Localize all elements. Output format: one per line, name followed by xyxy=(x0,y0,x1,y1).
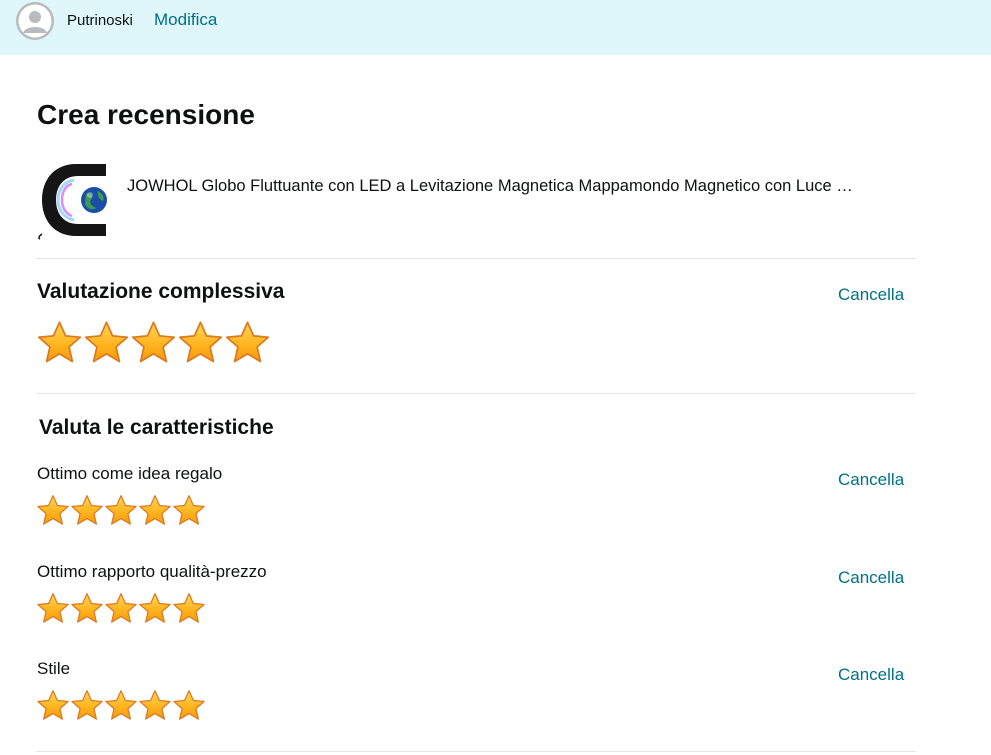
feature-star-rating-value[interactable] xyxy=(36,592,206,624)
feature-label-style: Stile xyxy=(37,659,71,678)
star-icon[interactable] xyxy=(224,320,271,364)
floating-globe-icon xyxy=(36,158,112,240)
overall-rating-title: Valutazione complessiva xyxy=(37,280,285,303)
feature-label-gift: Ottimo come idea regalo xyxy=(37,464,223,483)
product-title: JOWHOL Globo Fluttuante con LED a Levita… xyxy=(127,177,853,195)
star-icon[interactable] xyxy=(83,320,130,364)
feature-clear-button-value[interactable]: Cancella xyxy=(838,568,904,588)
user-avatar-icon[interactable] xyxy=(16,2,54,40)
star-icon[interactable] xyxy=(104,494,138,526)
overall-clear-button[interactable]: Cancella xyxy=(838,285,904,305)
star-icon[interactable] xyxy=(36,494,70,526)
feature-star-rating-gift[interactable] xyxy=(36,494,206,526)
divider xyxy=(36,393,916,394)
star-icon[interactable] xyxy=(70,494,104,526)
features-title: Valuta le caratteristiche xyxy=(39,416,274,439)
star-icon[interactable] xyxy=(36,689,70,721)
feature-star-rating-style[interactable] xyxy=(36,689,206,721)
star-icon[interactable] xyxy=(172,592,206,624)
feature-clear-button-gift[interactable]: Cancella xyxy=(838,470,904,490)
divider xyxy=(36,258,916,259)
star-icon[interactable] xyxy=(36,320,83,364)
star-icon[interactable] xyxy=(70,689,104,721)
star-icon[interactable] xyxy=(172,494,206,526)
star-icon[interactable] xyxy=(177,320,224,364)
edit-profile-link[interactable]: Modifica xyxy=(154,10,217,30)
star-icon[interactable] xyxy=(138,689,172,721)
profile-header: Putrinoski Modifica xyxy=(0,0,991,55)
star-icon[interactable] xyxy=(104,689,138,721)
profile-username: Putrinoski xyxy=(67,12,133,29)
star-icon[interactable] xyxy=(104,592,138,624)
feature-label-value: Ottimo rapporto qualità-prezzo xyxy=(37,562,267,581)
star-icon[interactable] xyxy=(130,320,177,364)
overall-star-rating[interactable] xyxy=(36,320,271,364)
star-icon[interactable] xyxy=(36,592,70,624)
star-icon[interactable] xyxy=(138,592,172,624)
star-icon[interactable] xyxy=(138,494,172,526)
page-title: Crea recensione xyxy=(37,99,255,130)
divider xyxy=(36,751,916,752)
star-icon[interactable] xyxy=(172,689,206,721)
feature-clear-button-style[interactable]: Cancella xyxy=(838,665,904,685)
star-icon[interactable] xyxy=(70,592,104,624)
